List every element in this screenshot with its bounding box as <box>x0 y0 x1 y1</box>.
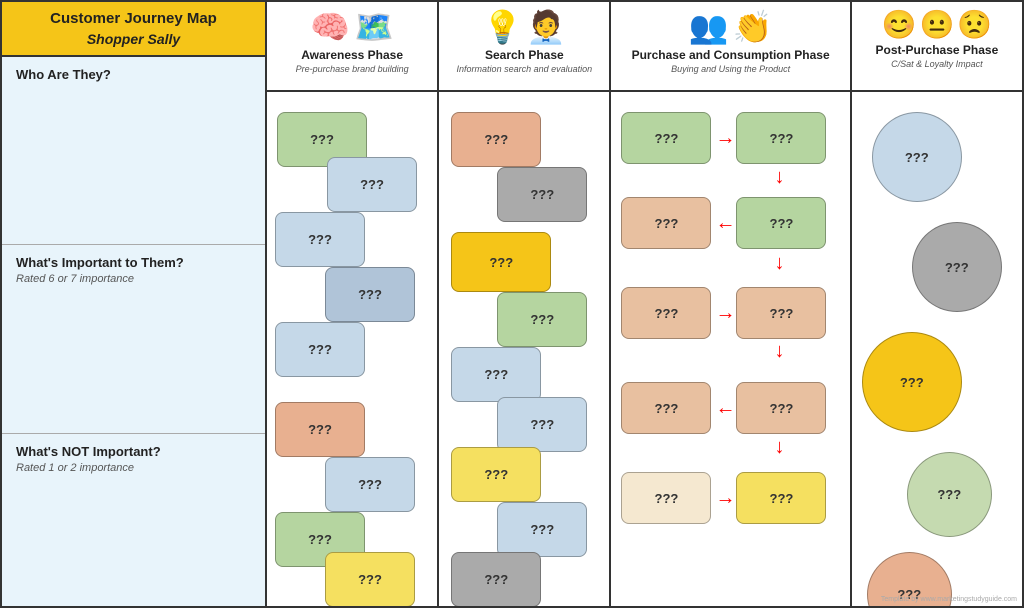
card: ??? <box>736 112 826 164</box>
search-name: Search Phase <box>485 48 564 62</box>
search-icons: 💡 🧑‍💼 <box>483 8 567 46</box>
postpurchase-name: Post-Purchase Phase <box>876 43 999 57</box>
people-icon: 🧑‍💼 <box>526 8 566 46</box>
card: ??? <box>621 287 711 339</box>
section-title-notimportant: What's NOT Important? <box>16 444 251 459</box>
card: ??? <box>275 322 365 377</box>
card: ??? <box>497 167 587 222</box>
phase-awareness: 🧠 🗺️ Awareness Phase Pre-purchase brand … <box>267 2 439 606</box>
neutral-icon: 😐 <box>919 8 954 41</box>
card: ??? <box>736 197 826 249</box>
postpurchase-icons: 😊 😐 😟 <box>882 8 993 41</box>
arrow-down: ↓ <box>774 252 784 275</box>
sidebar-section-important: What's Important to Them? Rated 6 or 7 i… <box>2 245 265 433</box>
arrow-down: ↓ <box>774 166 784 189</box>
sad-icon: 😟 <box>957 8 992 41</box>
awareness-icons: 🧠 🗺️ <box>310 8 394 46</box>
section-sub-notimportant: Rated 1 or 2 importance <box>16 462 251 474</box>
main-title: Customer Journey Map <box>14 10 253 27</box>
section-sub-important: Rated 6 or 7 importance <box>16 273 251 285</box>
search-body: ??? ??? ??? ??? ??? ??? ??? ??? ??? <box>439 92 609 606</box>
main-container: Customer Journey Map Shopper Sally Who A… <box>0 0 1024 608</box>
card: ??? <box>451 347 541 402</box>
phase-postpurchase: 😊 😐 😟 Post-Purchase Phase C/Sat & Loyalt… <box>852 2 1022 606</box>
left-sidebar: Customer Journey Map Shopper Sally Who A… <box>2 2 267 606</box>
postpurchase-body: ??? ??? ??? ??? ??? Template by www.mark… <box>852 92 1022 606</box>
arrow-left: ← <box>715 212 735 235</box>
card: ??? <box>325 552 415 606</box>
circle: ??? <box>907 452 992 537</box>
purchase-icons: 👥 👏 <box>689 8 773 46</box>
phases-container: 🧠 🗺️ Awareness Phase Pre-purchase brand … <box>267 2 1022 606</box>
arrow-down: ↓ <box>774 340 784 363</box>
card: ??? <box>621 472 711 524</box>
card: ??? <box>497 292 587 347</box>
purchase-name: Purchase and Consumption Phase <box>632 48 830 62</box>
card: ??? <box>451 447 541 502</box>
group-icon: 👥 <box>689 8 729 46</box>
card: ??? <box>325 457 415 512</box>
purchase-desc: Buying and Using the Product <box>671 64 790 74</box>
arrow-left: ← <box>715 397 735 420</box>
card: ??? <box>621 112 711 164</box>
card: ??? <box>275 212 365 267</box>
awareness-desc: Pre-purchase brand building <box>296 64 409 74</box>
card: ??? <box>621 197 711 249</box>
card: ??? <box>325 267 415 322</box>
happy-icon: 😊 <box>882 8 917 41</box>
card: ??? <box>451 232 551 292</box>
circle: ??? <box>872 112 962 202</box>
sidebar-section-who: Who Are They? <box>2 57 265 245</box>
brain-icon: 🧠 <box>310 8 350 46</box>
card: ??? <box>451 112 541 167</box>
sidebar-section-notimportant: What's NOT Important? Rated 1 or 2 impor… <box>2 434 265 606</box>
awareness-body: ??? ??? ??? ??? ??? ??? ??? ??? ??? <box>267 92 437 606</box>
clap-icon: 👏 <box>733 8 773 46</box>
awareness-name: Awareness Phase <box>301 48 403 62</box>
card: ??? <box>451 552 541 606</box>
arrow-right: → <box>715 302 735 325</box>
arrow-right: → <box>715 127 735 150</box>
card: ??? <box>497 397 587 452</box>
arrow-right: → <box>715 487 735 510</box>
persona-name: Shopper Sally <box>14 31 253 47</box>
phase-purchase: 👥 👏 Purchase and Consumption Phase Buyin… <box>611 2 851 606</box>
title-block: Customer Journey Map Shopper Sally <box>2 2 265 57</box>
watermark: Template by www.marketingstudyguide.com <box>881 596 1017 603</box>
card: ??? <box>327 157 417 212</box>
search-header: 💡 🧑‍💼 Search Phase Information search an… <box>439 2 609 92</box>
sidebar-sections: Who Are They? What's Important to Them? … <box>2 57 265 606</box>
card: ??? <box>275 402 365 457</box>
search-desc: Information search and evaluation <box>457 64 593 74</box>
map-icon: 🗺️ <box>354 8 394 46</box>
card: ??? <box>736 472 826 524</box>
awareness-header: 🧠 🗺️ Awareness Phase Pre-purchase brand … <box>267 2 437 92</box>
card: ??? <box>621 382 711 434</box>
section-title-who: Who Are They? <box>16 67 251 82</box>
card: ??? <box>736 382 826 434</box>
section-title-important: What's Important to Them? <box>16 255 251 270</box>
circle: ??? <box>912 222 1002 312</box>
lightbulb-icon: 💡 <box>483 8 523 46</box>
phase-search: 💡 🧑‍💼 Search Phase Information search an… <box>439 2 611 606</box>
card: ??? <box>736 287 826 339</box>
postpurchase-desc: C/Sat & Loyalty Impact <box>891 59 983 69</box>
card: ??? <box>497 502 587 557</box>
circle: ??? <box>862 332 962 432</box>
arrow-down: ↓ <box>774 436 784 459</box>
postpurchase-header: 😊 😐 😟 Post-Purchase Phase C/Sat & Loyalt… <box>852 2 1022 92</box>
purchase-header: 👥 👏 Purchase and Consumption Phase Buyin… <box>611 2 849 92</box>
purchase-body: ??? → ??? ↓ ??? ← ??? ↓ ??? → ??? ↓ ??? … <box>611 92 849 606</box>
